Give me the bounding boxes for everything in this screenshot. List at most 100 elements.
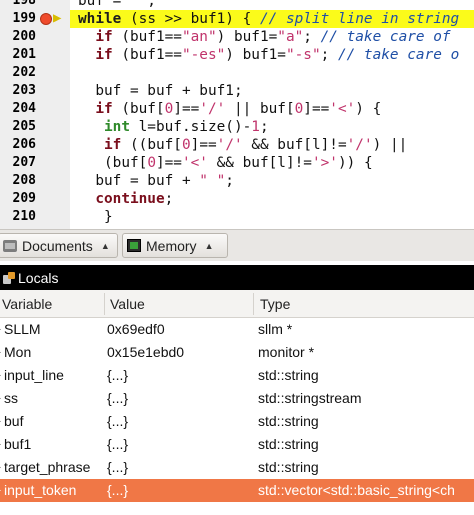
code-token: '/' [216,137,243,153]
variable-type: monitor * [258,344,315,360]
expander-icon[interactable]: ▸ [0,324,1,335]
code-line[interactable]: 198 buf = ""; [0,0,474,10]
line-number: 210 [12,209,36,224]
expander-icon[interactable]: ▸ [0,416,1,427]
variable-type: std::stringstream [258,390,362,406]
line-number: 200 [12,29,36,44]
code-token: // split line in string [259,11,460,27]
code-token: 1 [251,119,260,135]
code-token: 0 [294,101,304,117]
variable-value: {...} [107,390,129,406]
code-token: buf = buf + buf1; [78,83,243,99]
triangle-up-icon: ▲ [100,240,110,251]
code-editor[interactable]: 198 buf = ""; 199 ▶ while (ss >> buf1) { // … [0,0,474,229]
expander-icon[interactable]: ▸ [0,347,1,358]
expander-icon[interactable]: ▸ [0,439,1,450]
code-text: } [78,208,113,226]
code-token: 0 [147,155,156,171]
locals-table: ▸SLLM0x69edf0sllm *▸Mon0x15e1ebd0monitor… [0,318,474,502]
expander-icon[interactable]: ▸ [0,370,1,381]
triangle-up-icon: ▲ [204,240,214,251]
code-line[interactable]: 208 buf = buf + " "; [0,172,474,190]
line-number: 207 [12,155,36,170]
code-token: "a" [277,29,304,45]
locals-row[interactable]: ▸Mon 0x15e1ebd0 monitor * [0,341,474,364]
code-token: ]== [303,101,330,117]
variable-value: 0x69edf0 [107,321,165,337]
code-token: ]== [173,101,200,117]
code-token: " " [199,173,226,189]
variable-name: buf [4,413,24,429]
line-number: 209 [12,191,36,206]
code-text: continue; [78,190,173,208]
code-line[interactable]: 210 } [0,208,474,226]
code-line[interactable]: 203 buf = buf + buf1; [0,82,474,100]
column-separator[interactable] [104,293,105,315]
code-line[interactable]: 200 if (buf1=="an") buf1="a"; // take ca… [0,28,474,46]
current-line[interactable]: 199 ▶ while (ss >> buf1) { // split line i… [0,10,474,28]
line-number: 208 [12,173,36,188]
expander-icon[interactable]: ▸ [0,393,1,404]
code-token: (buf[ [78,155,148,171]
code-line[interactable]: 202 [0,64,474,82]
code-token: ]== [190,137,217,153]
code-token: while [78,11,122,27]
locals-row[interactable]: ▸input_token {...} std::vector<std::basic_… [0,479,474,502]
column-separator[interactable] [253,293,254,315]
code-token: buf = buf + [78,173,200,189]
variable-name: ss [4,390,18,406]
code-line[interactable]: 205 int l=buf.size()-1; [0,118,474,136]
code-token: 0 [164,101,174,117]
tab-memory[interactable]: Memory ▲ [122,233,228,258]
column-type[interactable]: Type [260,296,290,312]
code-token: if [78,137,122,153]
code-token: "-s" [285,47,321,63]
code-token: if [78,29,113,45]
tab-documents[interactable]: Documents ▲ [0,233,118,258]
code-token: && buf[l]!= [207,155,312,171]
locals-row[interactable]: ▸ss {...} std::stringstream [0,387,474,410]
code-text: while (ss >> buf1) { // split line in st… [78,10,459,28]
code-line[interactable]: 201 if (buf1=="-es") buf1="-s"; // take … [0,46,474,64]
column-variable[interactable]: Variable [2,296,52,312]
locals-column-header: Variable Value Type [0,290,474,318]
code-token: (ss >> buf1) { [121,11,260,27]
expander-icon[interactable]: ▸ [0,462,1,473]
breakpoint-icon[interactable] [40,13,52,25]
expander-icon[interactable]: ▸ [0,485,1,496]
variable-type: std::string [258,459,319,475]
code-token: ; [164,191,174,207]
code-token: ) buf1= [225,47,286,63]
line-number: 199 [12,11,36,26]
variable-value: {...} [107,413,129,429]
code-token: (buf1== [112,29,182,45]
variable-value: {...} [107,436,129,452]
code-line[interactable]: 204 if (buf[0]=='/' || buf[0]=='<') { [0,100,474,118]
code-line[interactable]: 206 if ((buf[0]=='/' && buf[l]!='/') || [0,136,474,154]
code-text: buf = buf + " "; [78,172,234,190]
locals-row[interactable]: ▸target_phrase {...} std::string [0,456,474,479]
code-token: buf = ""; [78,0,156,9]
variable-type: std::vector<std::basic_string<ch [258,482,455,498]
line-number: 205 [12,119,36,134]
line-number: 206 [12,137,36,152]
code-token: } [78,209,113,225]
code-token: ; [320,47,338,63]
code-token: ((buf[ [121,137,182,153]
code-token: // take care of [320,29,451,45]
locals-row[interactable]: ▸SLLM 0x69edf0 sllm * [0,318,474,341]
variable-type: std::string [258,413,319,429]
code-token: if [78,47,113,63]
code-text: int l=buf.size()-1; [78,118,269,136]
documents-icon [3,239,17,252]
locals-row[interactable]: ▸buf1 {...} std::string [0,433,474,456]
column-value[interactable]: Value [110,296,145,312]
locals-row[interactable]: ▸buf {...} std::string [0,410,474,433]
locals-row[interactable]: ▸input_line {...} std::string [0,364,474,387]
line-number: 201 [12,47,36,62]
code-line[interactable]: 207 (buf[0]=='<' && buf[l]!='>')) { [0,154,474,172]
code-text: if ((buf[0]=='/' && buf[l]!='/') || [78,136,407,154]
tab-documents-label: Documents [22,237,93,254]
code-line[interactable]: 209 continue; [0,190,474,208]
variable-name: input_token [4,482,77,498]
